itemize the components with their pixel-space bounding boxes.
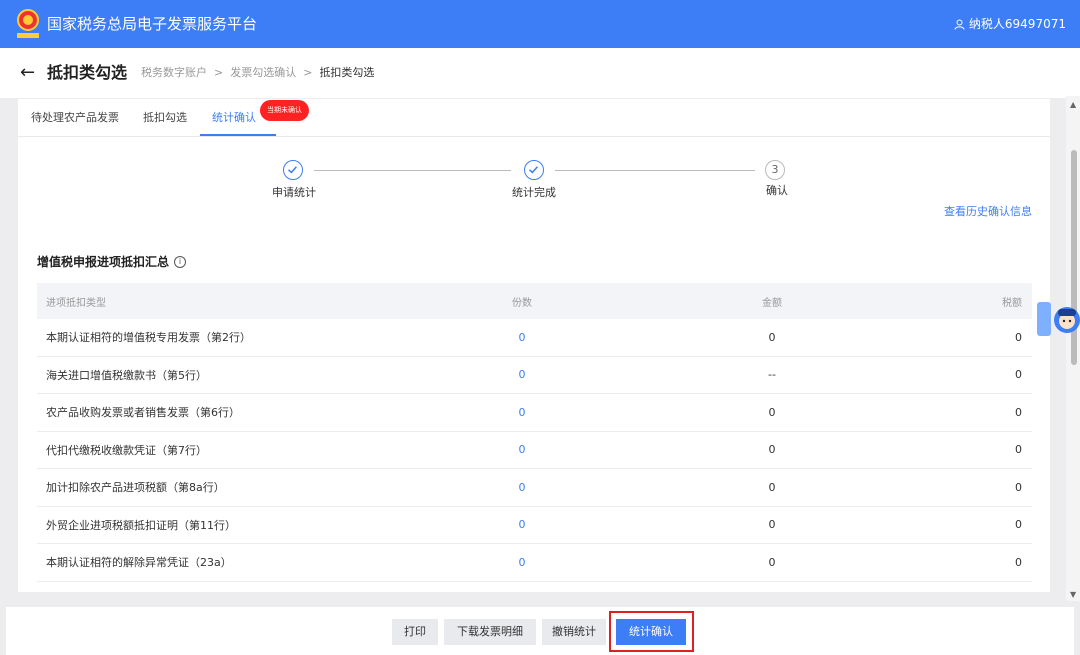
row-amount: 0 — [768, 555, 776, 569]
row-count-link[interactable]: 0 — [512, 319, 532, 356]
table-row: 外贸企业进项税额抵扣证明（第11行） 0 0 0 — [37, 507, 1032, 544]
column-header-type: 进项抵扣类型 — [46, 297, 106, 309]
user-menu[interactable]: 纳税人69497071 — [954, 16, 1066, 32]
row-tax: 0 — [1015, 518, 1022, 532]
row-tax: 0 — [1015, 443, 1022, 457]
tab-bar: 待处理农产品发票 抵扣勾选 统计确认 当期未确认 — [18, 99, 1050, 137]
row-count-link[interactable]: 0 — [512, 469, 532, 506]
top-bar: 国家税务总局电子发票服务平台 纳税人69497071 — [0, 0, 1080, 48]
column-header-count: 份数 — [512, 297, 532, 309]
tax-emblem-icon — [14, 8, 42, 40]
table-row: 加计扣除农产品进项税额（第8a行） 0 0 0 — [37, 469, 1032, 507]
row-type: 本期认证相符的增值税专用发票（第2行） — [46, 331, 251, 345]
row-count-link[interactable]: 0 — [512, 394, 532, 431]
user-name: 纳税人69497071 — [968, 17, 1066, 31]
check-circle-icon — [524, 160, 544, 180]
print-button[interactable]: 打印 — [392, 619, 438, 645]
check-circle-icon — [283, 160, 303, 180]
table-header: 进项抵扣类型 份数 金额 税额 — [37, 283, 1032, 319]
user-icon — [954, 19, 965, 30]
scroll-up-icon[interactable]: ▲ — [1070, 100, 1076, 109]
page-header: ← 抵扣类勾选 税务数字账户 > 发票勾选确认 > 抵扣类勾选 — [0, 48, 1080, 98]
breadcrumb-separator: > — [303, 66, 313, 79]
step-label-confirm: 确认 — [766, 184, 788, 197]
step-label-apply: 申请统计 — [272, 186, 316, 199]
row-count-link[interactable]: 0 — [512, 507, 532, 544]
row-tax: 0 — [1015, 330, 1022, 344]
row-amount: 0 — [768, 518, 776, 532]
breadcrumb-item-invoice-check[interactable]: 发票勾选确认 — [230, 66, 296, 80]
section-title-text: 增值税申报进项抵扣汇总 — [37, 255, 170, 269]
row-tax: 0 — [1015, 405, 1022, 419]
section-title: 增值税申报进项抵扣汇总 i — [37, 254, 187, 270]
step-label-done: 统计完成 — [512, 186, 556, 199]
cancel-stats-button[interactable]: 撤销统计 — [542, 619, 606, 645]
row-type: 代扣代缴税收缴款凭证（第7行） — [46, 443, 207, 457]
column-header-amount: 金额 — [762, 297, 782, 309]
info-circle-icon[interactable]: i — [174, 256, 187, 268]
row-amount: 0 — [768, 405, 776, 419]
status-badge: 当期未确认 — [260, 100, 309, 121]
arrow-left-icon[interactable]: ← — [20, 63, 40, 83]
main-card: 待处理农产品发票 抵扣勾选 统计确认 当期未确认 3 申请统计 统计完成 确认 … — [18, 99, 1050, 592]
row-type: 农产品收购发票或者销售发票（第6行） — [46, 406, 240, 420]
column-header-tax: 税额 — [1002, 297, 1022, 309]
row-count-link[interactable]: 0 — [512, 432, 532, 469]
row-amount: 0 — [768, 443, 776, 457]
highlight-annotation — [609, 611, 694, 652]
scroll-down-icon[interactable]: ▼ — [1070, 590, 1076, 599]
row-count-link[interactable]: 0 — [512, 544, 532, 581]
table-row: 农产品收购发票或者销售发票（第6行） 0 0 0 — [37, 394, 1032, 432]
row-tax: 0 — [1015, 368, 1022, 382]
breadcrumb-separator: > — [214, 66, 224, 79]
row-tax: 0 — [1015, 480, 1022, 494]
history-confirm-link[interactable]: 查看历史确认信息 — [944, 205, 1032, 219]
row-type: 外贸企业进项税额抵扣证明（第11行） — [46, 518, 236, 532]
row-amount: -- — [768, 368, 776, 382]
deduction-summary-table: 进项抵扣类型 份数 金额 税额 本期认证相符的增值税专用发票（第2行） 0 0 … — [37, 283, 1032, 582]
table-row: 本期认证相符的增值税专用发票（第2行） 0 0 0 — [37, 319, 1032, 357]
download-details-button[interactable]: 下载发票明细 — [444, 619, 536, 645]
row-type: 加计扣除农产品进项税额（第8a行） — [46, 481, 225, 495]
breadcrumb: 税务数字账户 > 发票勾选确认 > 抵扣类勾选 — [141, 66, 374, 80]
step-connector — [555, 170, 755, 171]
active-tab-indicator — [200, 134, 276, 136]
table-row: 代扣代缴税收缴款凭证（第7行） 0 0 0 — [37, 432, 1032, 469]
row-tax: 0 — [1015, 555, 1022, 569]
assistant-avatar-icon[interactable] — [1035, 294, 1080, 342]
row-amount: 0 — [768, 480, 776, 494]
step-connector — [314, 170, 511, 171]
row-count-link[interactable]: 0 — [512, 357, 532, 394]
action-bar: 打印 下载发票明细 撤销统计 统计确认 — [6, 607, 1074, 655]
breadcrumb-item-current: 抵扣类勾选 — [319, 66, 375, 79]
app-title: 国家税务总局电子发票服务平台 — [47, 15, 258, 33]
breadcrumb-item-account[interactable]: 税务数字账户 — [141, 66, 207, 80]
table-row: 本期认证相符的解除异常凭证（23a） 0 0 0 — [37, 544, 1032, 582]
page-title: 抵扣类勾选 — [47, 63, 128, 82]
tab-pending-agri[interactable]: 待处理农产品发票 — [31, 111, 119, 125]
step-number: 3 — [765, 160, 785, 180]
tab-deduction-check[interactable]: 抵扣勾选 — [143, 111, 187, 125]
row-type: 海关进口增值税缴款书（第5行） — [46, 368, 207, 382]
row-amount: 0 — [768, 330, 776, 344]
table-row: 海关进口增值税缴款书（第5行） 0 -- 0 — [37, 357, 1032, 394]
row-type: 本期认证相符的解除异常凭证（23a） — [46, 556, 232, 570]
tab-stats-confirm[interactable]: 统计确认 — [212, 111, 256, 125]
